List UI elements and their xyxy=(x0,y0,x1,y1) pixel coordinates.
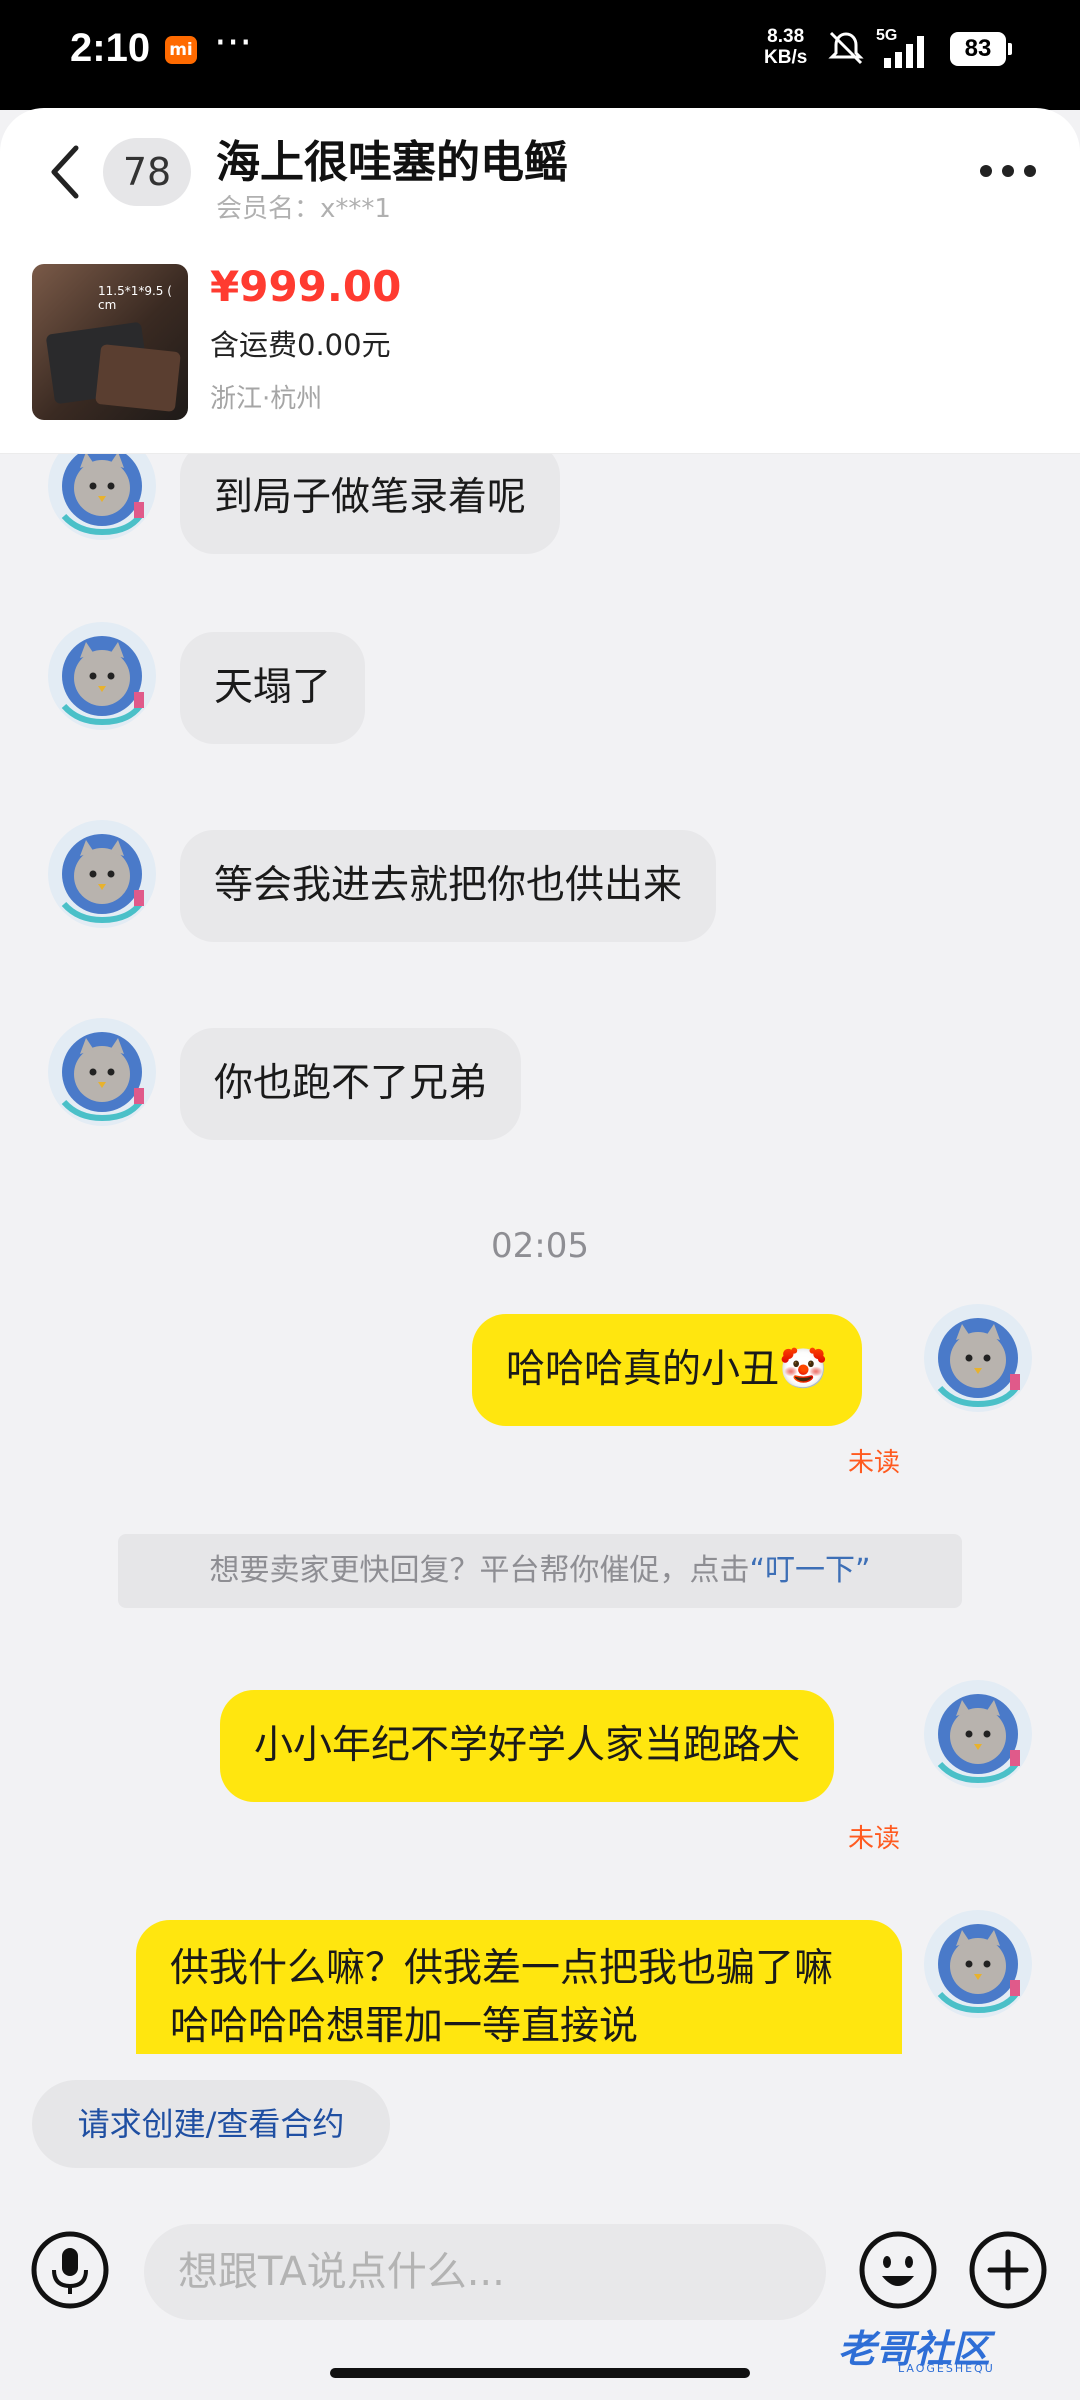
cat-avatar-icon xyxy=(61,1032,144,1122)
cat-avatar-icon xyxy=(61,454,144,536)
unread-status: 未读 xyxy=(848,1448,901,1478)
seller-avatar[interactable] xyxy=(48,1018,156,1126)
network-type: 5G xyxy=(876,27,897,44)
network-speed-unit: KB/s xyxy=(764,47,808,68)
unread-count-badge[interactable]: 78 xyxy=(103,138,191,206)
nudge-seller-notice: 想要卖家更快回复？平台帮你催促，点击“叮一下” xyxy=(118,1534,962,1608)
seller-name: 海上很哇塞的电鳐 xyxy=(216,137,568,188)
wallet-image-brown xyxy=(95,343,181,413)
cat-avatar-icon xyxy=(937,1318,1020,1408)
member-name: 会员名：x***1 xyxy=(216,194,391,224)
network-speed: 8.38 KB/s xyxy=(764,26,807,68)
back-arrow-icon[interactable] xyxy=(46,142,86,202)
battery-icon: 83 xyxy=(950,32,1012,66)
home-indicator[interactable] xyxy=(330,2368,750,2378)
chat-header: 78 海上很哇塞的电鳐 会员名：x***1 11.5*1*9.5 ( cm ¥9… xyxy=(0,108,1080,454)
incoming-message-bubble[interactable]: 你也跑不了兄弟 xyxy=(180,1028,522,1140)
status-bar: 2:10 mi ··· 8.38 KB/s 5G 83 xyxy=(0,0,1080,110)
cat-avatar-icon xyxy=(61,834,144,924)
outgoing-message-bubble[interactable]: 哈哈哈真的小丑🤡 xyxy=(472,1314,862,1426)
outgoing-message-bubble[interactable]: 供我什么嘛？供我差一点把我也骗了嘛哈哈哈哈想罪加一等直接说 xyxy=(136,1920,902,2054)
message-input[interactable]: 想跟TA说点什么... xyxy=(144,2224,826,2320)
time-divider: 02:05 xyxy=(491,1226,589,1266)
seller-avatar[interactable] xyxy=(48,454,156,540)
my-avatar[interactable] xyxy=(924,1304,1032,1412)
incoming-message-bubble[interactable]: 到局子做笔录着呢 xyxy=(180,454,561,554)
seller-avatar[interactable] xyxy=(48,820,156,928)
incoming-message-bubble[interactable]: 等会我进去就把你也供出来 xyxy=(180,830,717,942)
product-location: 浙江·杭州 xyxy=(210,384,323,414)
product-price: ¥999.00 xyxy=(210,262,402,311)
cat-avatar-icon xyxy=(61,636,144,726)
incoming-message-bubble[interactable]: 天塌了 xyxy=(180,632,366,744)
mute-bell-icon xyxy=(828,31,864,65)
network-speed-value: 8.38 xyxy=(767,26,805,47)
unread-status: 未读 xyxy=(848,1824,901,1854)
signal-icon: 5G xyxy=(876,27,924,68)
microphone-icon[interactable] xyxy=(30,2230,110,2310)
nudge-link[interactable]: “叮一下” xyxy=(749,1553,870,1588)
status-time: 2:10 xyxy=(70,26,151,70)
nudge-notice-text: 想要卖家更快回复？平台帮你催促，点击 xyxy=(209,1553,750,1588)
emoji-icon[interactable] xyxy=(858,2230,938,2310)
product-dimensions: 11.5*1*9.5 ( cm xyxy=(98,284,172,312)
my-avatar[interactable] xyxy=(924,1680,1032,1788)
more-options-icon[interactable] xyxy=(978,156,1038,186)
cat-avatar-icon xyxy=(937,1924,1020,2014)
product-shipping: 含运费0.00元 xyxy=(210,328,391,362)
mi-notification-icon: mi xyxy=(165,36,197,64)
watermark-subtext: LAOGESHEQU xyxy=(898,2362,995,2375)
more-notifications-icon: ··· xyxy=(214,20,253,66)
cat-avatar-icon xyxy=(937,1694,1020,1784)
my-avatar[interactable] xyxy=(924,1910,1032,2018)
product-thumbnail[interactable]: 11.5*1*9.5 ( cm xyxy=(32,264,188,420)
contract-button[interactable]: 请求创建/查看合约 xyxy=(32,2080,390,2168)
plus-icon[interactable] xyxy=(968,2230,1048,2310)
outgoing-message-bubble[interactable]: 小小年纪不学好学人家当跑路犬 xyxy=(220,1690,835,1802)
chat-message-list[interactable]: 到局子做笔录着呢 天塌了 等会我进去就把你也供出来 你也跑不了兄弟 02:05 … xyxy=(0,454,1080,2054)
seller-avatar[interactable] xyxy=(48,622,156,730)
